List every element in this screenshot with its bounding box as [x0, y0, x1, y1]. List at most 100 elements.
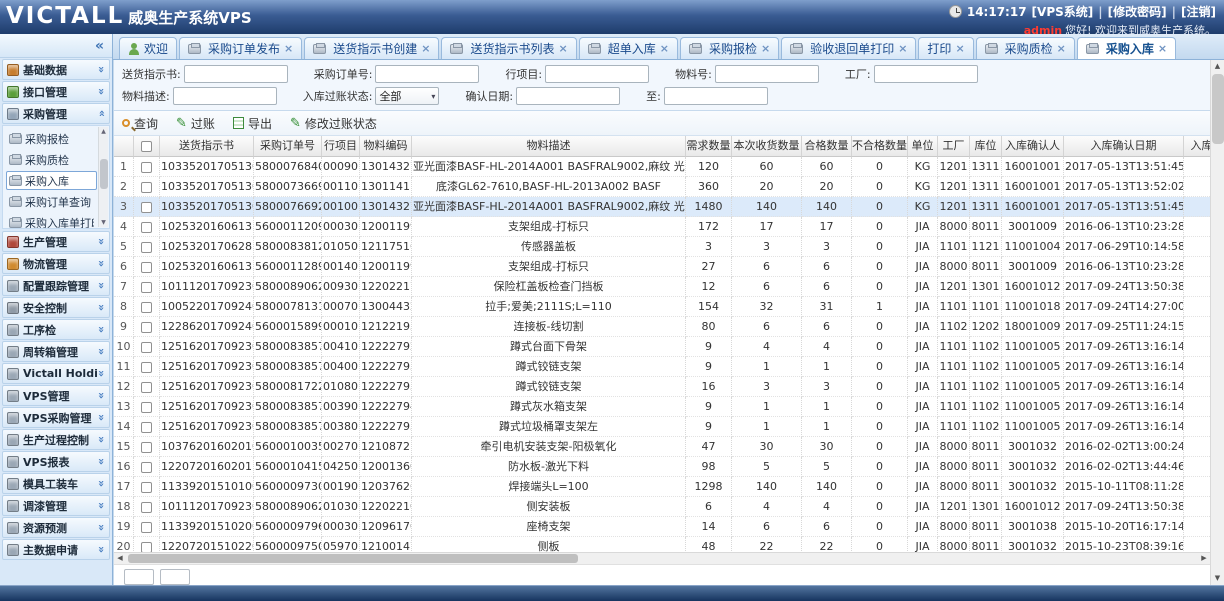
filter-input[interactable]: ▾ [173, 87, 277, 105]
tab[interactable]: 超单入库 × [579, 37, 678, 59]
column-header[interactable]: 采购订单号 [254, 136, 322, 157]
column-header[interactable]: 合格数量 [802, 136, 852, 157]
row-checkbox-cell[interactable] [134, 517, 160, 537]
table-row[interactable]: 19 113392015102002 5600009796 00030 1209… [114, 517, 1210, 537]
tab-close-icon[interactable]: × [1057, 42, 1066, 55]
row-checkbox-cell[interactable] [134, 397, 160, 417]
column-header[interactable]: 送货指示书 [160, 136, 254, 157]
scroll-up-icon[interactable]: ▲ [99, 127, 108, 136]
sidebar-submenu-item[interactable]: 采购入库单打印 [6, 213, 97, 229]
sidebar-submenu-item[interactable]: 采购订单查询 [6, 192, 97, 211]
table-row[interactable]: 2 103352017051304 5800073669 00110 13011… [114, 177, 1210, 197]
row-checkbox-cell[interactable] [134, 197, 160, 217]
table-row[interactable]: 3 103352017051301 5800076692 00100 13014… [114, 197, 1210, 217]
filter-input[interactable]: ▾ [516, 87, 620, 105]
table-row[interactable]: 5 102532017062814 5800083812 01050 12117… [114, 237, 1210, 257]
scrollbar-thumb[interactable] [128, 554, 578, 563]
filter-input[interactable]: 全部 ▾ [375, 87, 439, 105]
table-row[interactable]: 4 102532016061311 5600011209 00030 12001… [114, 217, 1210, 237]
vertical-scrollbar[interactable]: ▲ ▼ [1210, 60, 1224, 585]
table-row[interactable]: 11 125162017092306 5800083857 00400 1222… [114, 357, 1210, 377]
toolbar-button[interactable]: ✎ 过账 [176, 115, 215, 132]
tab[interactable]: 送货指示书列表 × [441, 37, 576, 59]
table-row[interactable]: 16 122072016020115 5600010415 04250 1200… [114, 457, 1210, 477]
table-row[interactable]: 7 101112017092302 5800089062 00930 12202… [114, 277, 1210, 297]
toolbar-button[interactable]: ✎ 导出 [233, 115, 272, 132]
filter-input[interactable]: ▾ [715, 65, 819, 83]
column-header[interactable]: 入库确认人 [1002, 136, 1064, 157]
column-header[interactable]: 本次收货数量 [732, 136, 802, 157]
table-row[interactable]: 13 125162017092306 5800083857 00390 1222… [114, 397, 1210, 417]
sidebar-group[interactable]: 接口管理 » [2, 81, 110, 102]
row-checkbox-cell[interactable] [134, 457, 160, 477]
sidebar-group[interactable]: 物流管理 » [2, 253, 110, 274]
row-checkbox-cell[interactable] [134, 257, 160, 277]
toolbar-button[interactable]: ✎ 修改过账状态 [290, 115, 377, 132]
table-row[interactable]: 20 122072015102207 5600009750 05970 1210… [114, 537, 1210, 552]
row-checkbox[interactable] [141, 282, 152, 293]
table-row[interactable]: 15 103762016020101 5600010035 00270 1210… [114, 437, 1210, 457]
column-header[interactable]: 不合格数量 [852, 136, 908, 157]
sidebar-submenu-item[interactable]: 采购质检 [6, 150, 97, 169]
sidebar-group[interactable]: 生产管理 » [2, 231, 110, 252]
row-checkbox[interactable] [141, 262, 152, 273]
row-checkbox[interactable] [141, 242, 152, 253]
tab-close-icon[interactable]: × [284, 42, 293, 55]
row-checkbox-cell[interactable] [134, 337, 160, 357]
tab[interactable]: 采购质检 × [976, 37, 1075, 59]
sidebar-group[interactable]: 模具工装车 » [2, 473, 110, 494]
header-checkbox-cell[interactable] [134, 136, 160, 157]
row-checkbox[interactable] [141, 442, 152, 453]
row-checkbox[interactable] [141, 302, 152, 313]
column-header[interactable]: 物料编码 [360, 136, 412, 157]
pagination-box[interactable] [124, 569, 154, 585]
row-checkbox-cell[interactable] [134, 477, 160, 497]
row-checkbox[interactable] [141, 162, 152, 173]
horizontal-scrollbar[interactable]: ◀ ▶ [114, 552, 1210, 564]
filter-input[interactable]: ▾ [375, 65, 479, 83]
sidebar-group[interactable]: VPS采购管理 » [2, 407, 110, 428]
row-checkbox-cell[interactable] [134, 217, 160, 237]
column-header[interactable]: 工厂 [938, 136, 970, 157]
column-header[interactable]: 物料描述 [412, 136, 686, 157]
row-checkbox[interactable] [141, 202, 152, 213]
table-row[interactable]: 17 113392015101001 5600009730 00190 1203… [114, 477, 1210, 497]
filter-input[interactable]: ▾ [874, 65, 978, 83]
sidebar-group-expanded[interactable]: 采购管理 » [2, 103, 110, 124]
scroll-left-icon[interactable]: ◀ [114, 553, 126, 564]
row-checkbox[interactable] [141, 402, 152, 413]
sidebar-group[interactable]: VPS管理 » [2, 385, 110, 406]
sidebar-group[interactable]: 安全控制 » [2, 297, 110, 318]
row-checkbox-cell[interactable] [134, 377, 160, 397]
filter-input[interactable]: ▾ [184, 65, 288, 83]
column-header[interactable]: 单位 [908, 136, 938, 157]
table-row[interactable]: 18 101112017092302 5800089062 01030 1220… [114, 497, 1210, 517]
row-checkbox[interactable] [141, 322, 152, 333]
row-checkbox-cell[interactable] [134, 417, 160, 437]
sidebar-group[interactable]: 调漆管理 » [2, 495, 110, 516]
tab[interactable]: 采购入库 × [1077, 37, 1176, 59]
submenu-scrollbar[interactable]: ▲ ▼ [98, 127, 108, 227]
tab[interactable]: 打印 × [918, 37, 973, 59]
row-checkbox[interactable] [141, 422, 152, 433]
sidebar-group[interactable]: 配置跟踪管理 » [2, 275, 110, 296]
row-checkbox[interactable] [141, 482, 152, 493]
table-row[interactable]: 14 125162017092306 5800083857 00380 1222… [114, 417, 1210, 437]
tab[interactable]: 送货指示书创建 × [304, 37, 439, 59]
row-checkbox-cell[interactable] [134, 497, 160, 517]
row-checkbox-cell[interactable] [134, 237, 160, 257]
sidebar-group[interactable]: VPS报表 » [2, 451, 110, 472]
filter-input[interactable]: ▾ [545, 65, 649, 83]
row-checkbox-cell[interactable] [134, 317, 160, 337]
table-row[interactable]: 8 100522017092401 5800078131 00070 13004… [114, 297, 1210, 317]
row-checkbox-cell[interactable] [134, 357, 160, 377]
table-row[interactable]: 10 125162017092306 5800083857 00410 1222… [114, 337, 1210, 357]
tab[interactable]: 验收退回单打印 × [781, 37, 916, 59]
tab-close-icon[interactable]: × [898, 42, 907, 55]
logout-link[interactable]: [注销] [1181, 3, 1216, 20]
row-checkbox[interactable] [141, 462, 152, 473]
row-checkbox-cell[interactable] [134, 437, 160, 457]
select-all-checkbox[interactable] [141, 141, 152, 152]
row-checkbox-cell[interactable] [134, 297, 160, 317]
table-row[interactable]: 12 125162017092306 5800081722 01080 1222… [114, 377, 1210, 397]
